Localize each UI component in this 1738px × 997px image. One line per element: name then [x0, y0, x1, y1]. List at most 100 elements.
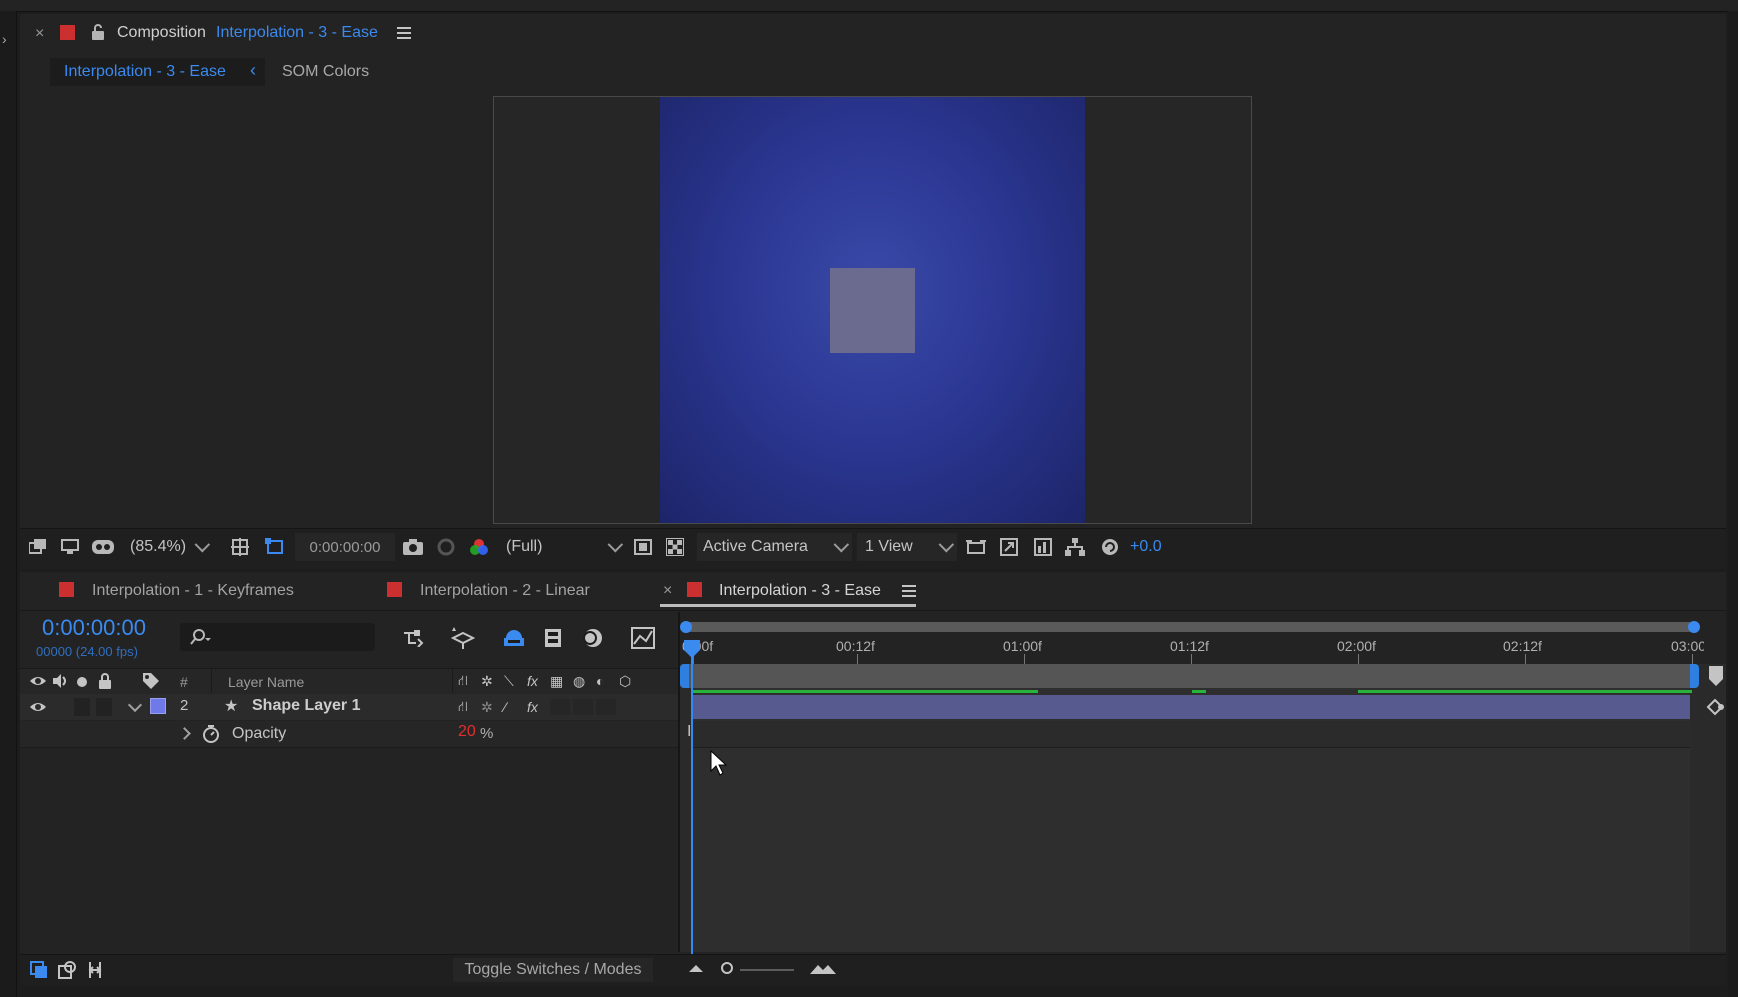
monitor-icon[interactable] [59, 536, 81, 558]
effects-switch-icon[interactable]: fx [527, 673, 547, 689]
frame-blend-toggle[interactable] [550, 699, 570, 715]
ruler-tick [1024, 654, 1025, 664]
close-tab-icon[interactable]: × [663, 582, 672, 600]
active-comp-name[interactable]: Interpolation - 3 - Ease [216, 24, 378, 42]
toggle-switches-modes-button[interactable]: Toggle Switches / Modes [453, 958, 653, 982]
solo-toggle[interactable] [74, 698, 90, 716]
property-row-opacity[interactable] [20, 721, 678, 748]
zoom-in-icon[interactable] [809, 961, 837, 975]
breadcrumb-current[interactable]: Interpolation - 3 - Ease [64, 63, 226, 81]
comp-marker-icon[interactable] [1708, 665, 1724, 687]
right-panel-edge [1728, 11, 1738, 997]
graph-editor-icon[interactable] [630, 626, 656, 650]
tab-color-label [387, 582, 402, 597]
property-name: Opacity [232, 725, 287, 742]
layer-visibility-eye-icon[interactable] [28, 699, 48, 715]
layer-in-out-lock-icon[interactable] [1705, 697, 1727, 717]
in-out-duration-pane-icon[interactable] [84, 960, 106, 980]
frame-blending-icon[interactable] [541, 626, 565, 650]
3d-layer-switch-icon[interactable]: ⬡ [619, 673, 639, 690]
timeline-zoom-knob[interactable] [721, 962, 733, 974]
mask-path-icon[interactable] [263, 536, 287, 558]
shy-switch-icon[interactable]: ⛙ [458, 672, 478, 691]
tab-interpolation-1[interactable]: Interpolation - 1 - Keyframes [92, 582, 294, 600]
comp-bar-end-handle[interactable] [1690, 664, 1699, 688]
region-of-interest-icon[interactable] [632, 536, 654, 558]
exposure-value[interactable]: +0.0 [1130, 538, 1162, 556]
quality-switch-icon[interactable]: ⟍ [504, 673, 524, 690]
adjustment-toggle[interactable] [596, 699, 616, 715]
frame-blend-switch-icon[interactable]: ▦ [550, 673, 570, 690]
work-area-start-handle[interactable] [680, 621, 692, 633]
fast-previews-icon[interactable] [998, 536, 1020, 558]
effects-toggle-icon[interactable]: fx [527, 699, 547, 715]
resolution-dropdown[interactable]: (Full) [506, 534, 624, 560]
timeline-toggle-icon[interactable] [1032, 536, 1054, 558]
zoom-out-icon[interactable] [688, 962, 704, 974]
timeline-zoom-slider[interactable] [740, 969, 794, 971]
layer-search-input[interactable] [180, 623, 375, 651]
transparency-grid-icon[interactable] [664, 536, 686, 558]
work-area-bar[interactable] [684, 622, 1694, 632]
ruler-tick [857, 654, 858, 664]
mouse-pointer-icon [710, 750, 728, 776]
collapse-switch-icon[interactable]: ✲ [481, 673, 501, 690]
grid-guides-icon[interactable] [229, 536, 251, 558]
stopwatch-icon[interactable] [201, 724, 221, 744]
playhead-handle[interactable] [683, 640, 701, 658]
current-time-field[interactable]: 0:00:00:00 [295, 533, 395, 561]
motion-blur-icon[interactable] [580, 626, 604, 650]
audio-column-icon[interactable] [50, 673, 70, 689]
shy-toggle-icon[interactable]: ⛙ [458, 698, 478, 717]
camera-view-dropdown[interactable]: Active Camera [697, 533, 852, 561]
draft-3d-icon[interactable] [450, 626, 476, 650]
opacity-property-track[interactable] [692, 721, 1690, 748]
layer-name[interactable]: Shape Layer 1 [252, 697, 361, 715]
app-top-strip [0, 0, 1738, 12]
layer-switches-pane-icon[interactable] [28, 960, 50, 980]
motion-blur-toggle[interactable] [573, 699, 593, 715]
flowchart-icon[interactable] [1064, 536, 1086, 558]
view-layout-value: 1 View [865, 538, 913, 555]
comp-bar-start-handle[interactable] [680, 664, 689, 688]
panel-menu-icon[interactable] [396, 25, 412, 41]
view-layout-dropdown[interactable]: 1 View [857, 533, 957, 561]
close-panel-icon[interactable]: × [35, 25, 44, 43]
layer-color-label[interactable] [150, 698, 166, 714]
layer-name-column-header[interactable]: Layer Name [228, 674, 304, 690]
eye-column-icon[interactable] [28, 673, 48, 689]
comp-duration-bar[interactable] [688, 664, 1692, 688]
expand-arrow-icon[interactable]: › [2, 31, 7, 47]
motion-blur-switch-icon[interactable]: ◍ [573, 673, 593, 690]
breadcrumb-parent[interactable]: SOM Colors [282, 63, 369, 81]
tab-menu-icon[interactable] [901, 584, 917, 598]
mask-visibility-icon[interactable] [91, 536, 115, 558]
playhead-line [691, 648, 693, 958]
hide-shy-layers-icon[interactable] [501, 626, 527, 650]
transfer-controls-pane-icon[interactable] [56, 960, 78, 980]
lock-open-icon[interactable] [90, 23, 106, 41]
shape-layer-square[interactable] [830, 268, 915, 353]
comp-mini-flowchart-icon[interactable] [401, 628, 425, 648]
magnification-dropdown[interactable]: (85.4%) [130, 534, 211, 560]
shape-layer-duration-bar[interactable] [692, 695, 1690, 719]
work-area-end-handle[interactable] [1688, 621, 1700, 633]
always-preview-icon[interactable] [27, 536, 49, 558]
tab-interpolation-2[interactable]: Interpolation - 2 - Linear [420, 582, 590, 600]
snapshot-camera-icon[interactable] [401, 536, 425, 558]
lock-column-icon[interactable] [96, 672, 114, 690]
channel-rgb-icon[interactable] [468, 536, 490, 558]
toggle-pixel-aspect-icon[interactable] [965, 536, 987, 558]
opacity-value[interactable]: 20 [458, 723, 476, 741]
quality-toggle-icon[interactable]: ∕ [504, 699, 524, 715]
tab-color-label [59, 582, 74, 597]
solo-column-icon[interactable] [74, 674, 90, 690]
label-column-icon[interactable] [141, 672, 161, 690]
current-time-display[interactable]: 0:00:00:00 [42, 615, 146, 641]
show-snapshot-icon[interactable] [435, 536, 457, 558]
lock-toggle[interactable] [96, 698, 112, 716]
tab-interpolation-3[interactable]: Interpolation - 3 - Ease [719, 582, 881, 600]
collapse-toggle-icon[interactable]: ✲ [481, 699, 501, 716]
reset-exposure-icon[interactable] [1099, 536, 1121, 558]
adjustment-switch-icon[interactable]: ◐ [596, 673, 616, 689]
